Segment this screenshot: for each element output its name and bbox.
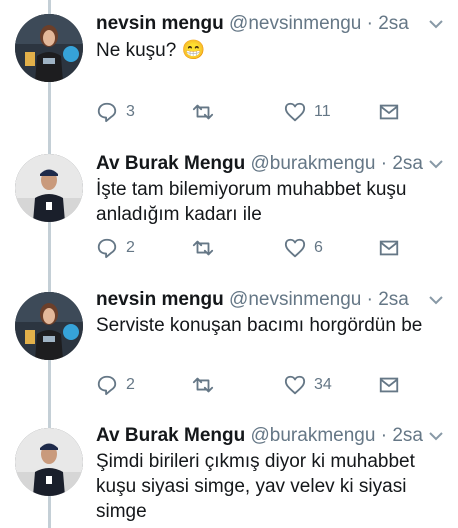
envelope-icon (379, 377, 399, 393)
woman-presenter-avatar-icon (15, 14, 83, 82)
reply-icon (97, 375, 117, 396)
separator-dot: · (366, 13, 373, 34)
author-name[interactable]: Av Burak Mengu (96, 153, 245, 174)
author-handle[interactable]: @burakmengu (251, 425, 376, 446)
like-button[interactable]: 6 (284, 236, 323, 260)
avatar[interactable] (15, 428, 83, 496)
like-count: 11 (314, 103, 331, 120)
separator-dot: · (380, 153, 388, 174)
reply-icon (97, 238, 117, 259)
chevron-down-icon[interactable] (428, 292, 444, 308)
avatar[interactable] (15, 292, 83, 360)
timestamp[interactable]: 2sa (392, 425, 423, 446)
timestamp[interactable]: 2sa (378, 13, 409, 34)
reply-button[interactable]: 3 (96, 100, 135, 124)
avatar[interactable] (15, 14, 83, 82)
tweet-text: Ne kuşu? 😁 (96, 38, 444, 63)
tweet-header: Av Burak Mengu @burakmengu · 2sa (96, 424, 458, 448)
avatar[interactable] (15, 154, 83, 222)
reply-count: 2 (126, 376, 135, 393)
tweet-header: nevsin mengu @nevsinmengu · 2sa (96, 288, 458, 312)
separator-dot: · (366, 289, 373, 310)
retweet-button[interactable] (192, 373, 222, 397)
author-handle[interactable]: @burakmengu (251, 153, 376, 174)
tweet-text: İşte tam bilemiyorum muhabbet kuşu anlad… (96, 179, 407, 225)
tweet-text: Serviste konuşan bacımı horgördün be (96, 315, 423, 336)
reply-button[interactable]: 2 (96, 373, 135, 397)
tweet-text: Şimdi birileri çıkmış diyor ki muhabbet … (96, 451, 415, 522)
man-cap-avatar-icon (15, 154, 83, 222)
direct-message-button[interactable] (378, 373, 400, 397)
woman-presenter-avatar-icon (15, 292, 83, 360)
like-button[interactable]: 11 (284, 100, 331, 124)
direct-message-button[interactable] (378, 100, 400, 124)
tweet[interactable]: nevsin mengu @nevsinmengu · 2sa Serviste… (0, 278, 458, 414)
reply-count: 3 (126, 103, 135, 120)
reply-button[interactable]: 2 (96, 236, 135, 260)
reply-icon (97, 102, 117, 123)
like-count: 34 (314, 376, 332, 393)
like-count: 6 (314, 239, 323, 256)
tweet-actions: 2 34 (96, 373, 416, 397)
chevron-down-icon[interactable] (428, 16, 444, 32)
tweet-actions: 3 11 (96, 100, 416, 124)
chevron-down-icon[interactable] (428, 428, 444, 444)
timestamp[interactable]: 2sa (378, 289, 409, 310)
author-handle[interactable]: @nevsinmengu (229, 289, 361, 310)
tweet-header: nevsin mengu @nevsinmengu · 2sa (96, 12, 458, 36)
chevron-down-icon[interactable] (428, 156, 444, 172)
separator-dot: · (380, 425, 388, 446)
grinning-emoji: 😁 (181, 40, 206, 61)
reply-count: 2 (126, 239, 135, 256)
tweet[interactable]: Av Burak Mengu @burakmengu · 2sa İşte ta… (0, 140, 458, 278)
tweet-header: Av Burak Mengu @burakmengu · 2sa (96, 152, 458, 176)
author-name[interactable]: Av Burak Mengu (96, 425, 245, 446)
retweet-icon (192, 104, 214, 120)
author-name[interactable]: nevsin mengu (96, 289, 224, 310)
retweet-button[interactable] (192, 100, 222, 124)
tweet-text-content: Ne kuşu? (96, 40, 177, 61)
man-cap-avatar-icon (15, 428, 83, 496)
timestamp[interactable]: 2sa (392, 153, 423, 174)
like-button[interactable]: 34 (284, 373, 332, 397)
retweet-icon (192, 240, 214, 256)
author-name[interactable]: nevsin mengu (96, 13, 224, 34)
heart-icon (284, 238, 306, 258)
tweet-actions: 2 6 (96, 236, 416, 260)
envelope-icon (379, 104, 399, 120)
direct-message-button[interactable] (378, 236, 400, 260)
author-handle[interactable]: @nevsinmengu (229, 13, 361, 34)
envelope-icon (379, 240, 399, 256)
heart-icon (284, 102, 306, 122)
retweet-button[interactable] (192, 236, 222, 260)
tweet[interactable]: Av Burak Mengu @burakmengu · 2sa Şimdi b… (0, 414, 458, 528)
retweet-icon (192, 377, 214, 393)
heart-icon (284, 375, 306, 395)
tweet[interactable]: nevsin mengu @nevsinmengu · 2sa Ne kuşu?… (0, 0, 458, 140)
